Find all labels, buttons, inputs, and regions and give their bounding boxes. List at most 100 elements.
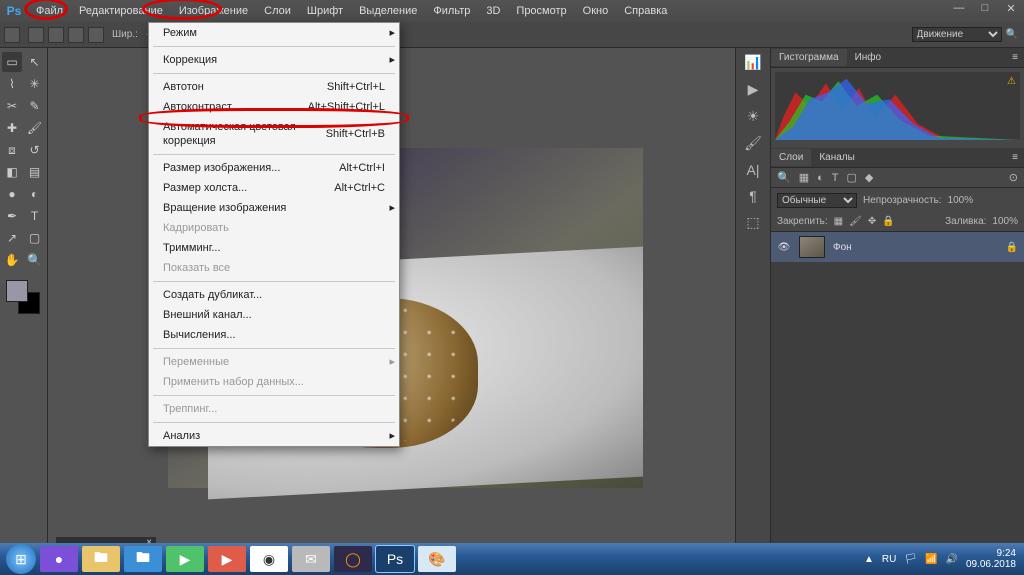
marquee-rect-icon[interactable] [28, 27, 44, 43]
tray-network-icon[interactable]: 📶 [925, 554, 937, 565]
move-tool[interactable]: ↖ [25, 52, 45, 72]
taskbar-chrome[interactable]: ◉ [250, 546, 288, 572]
para-dock-icon[interactable]: ¶ [749, 188, 757, 204]
layer-name[interactable]: Фон [833, 242, 852, 253]
color-swatches[interactable] [2, 278, 45, 322]
menu-item-автоматическая-цветовая-коррекция[interactable]: Автоматическая цветовая коррекцияShift+C… [149, 117, 399, 151]
blur-tool[interactable]: ● [2, 184, 22, 204]
fg-color-swatch[interactable] [6, 280, 28, 302]
brush-dock-icon[interactable]: 🖌 [744, 135, 762, 152]
tray-clock[interactable]: 9:24 09.06.2018 [966, 548, 1016, 570]
zoom-tool[interactable]: 🔍 [25, 250, 45, 270]
lock-paint-icon[interactable]: 🖌 [849, 216, 862, 227]
char-dock-icon[interactable]: A| [747, 162, 760, 178]
search-icon[interactable]: 🔍 [1006, 29, 1018, 40]
menu-type[interactable]: Шрифт [299, 2, 351, 20]
healing-tool[interactable]: ✚ [2, 118, 22, 138]
marquee-tool[interactable]: ▭ [2, 52, 22, 72]
taskbar-paint[interactable]: 🎨 [418, 546, 456, 572]
eraser-tool[interactable]: ◧ [2, 162, 22, 182]
menu-layers[interactable]: Слои [256, 2, 299, 20]
crop-tool[interactable]: ✂ [2, 96, 22, 116]
menu-item-анализ[interactable]: Анализ▸ [149, 426, 399, 446]
menu-item-внешний-канал-[interactable]: Внешний канал... [149, 305, 399, 325]
menu-file[interactable]: Файл [28, 2, 71, 20]
filter-type-icon[interactable]: T [832, 172, 839, 184]
filter-toggle[interactable]: ⊙ [1009, 171, 1018, 184]
path-tool[interactable]: ↗ [2, 228, 22, 248]
tray-lang[interactable]: RU [882, 554, 896, 565]
eyedropper-tool[interactable]: ✎ [25, 96, 45, 116]
menu-item-тримминг-[interactable]: Тримминг... [149, 238, 399, 258]
taskbar-photoshop[interactable]: Ps [376, 546, 414, 572]
tray-volume-icon[interactable]: 🔊 [945, 554, 957, 565]
lock-pixels-icon[interactable]: ▦ [834, 216, 843, 227]
adjust-dock-icon[interactable]: ☀ [747, 108, 760, 125]
lasso-tool[interactable]: ⌇ [2, 74, 22, 94]
menu-view[interactable]: Просмотр [508, 2, 574, 20]
stamp-tool[interactable]: ⧈ [2, 140, 22, 160]
taskbar-app-5[interactable]: ▶ [208, 546, 246, 572]
window-maximize-icon[interactable]: □ [976, 2, 994, 16]
taskbar-app-2[interactable]: 🖿 [82, 546, 120, 572]
tray-expand-icon[interactable]: ▲ [864, 554, 874, 565]
lock-all-icon[interactable]: 🔒 [882, 216, 894, 227]
opacity-value[interactable]: 100% [948, 195, 974, 206]
filter-adjust-icon[interactable]: ◐ [817, 172, 824, 184]
shape-tool[interactable]: ▢ [25, 228, 45, 248]
taskbar-firefox[interactable]: ◯ [334, 546, 372, 572]
play-dock-icon[interactable]: ▶ [748, 81, 759, 98]
fill-value[interactable]: 100% [992, 216, 1018, 227]
workspace-select[interactable]: Движение [912, 27, 1002, 42]
filter-smart-icon[interactable]: ◆ [865, 171, 873, 184]
quickselect-tool[interactable]: ✳ [25, 74, 45, 94]
menu-item-автотон[interactable]: АвтотонShift+Ctrl+L [149, 77, 399, 97]
history-brush-tool[interactable]: ↺ [25, 140, 45, 160]
histogram-warning-icon[interactable]: ⚠ [1007, 76, 1016, 87]
marquee-int-icon[interactable] [88, 27, 104, 43]
tab-info[interactable]: Инфо [847, 49, 890, 66]
lock-pos-icon[interactable]: ✥ [868, 216, 876, 227]
menu-filter[interactable]: Фильтр [425, 2, 478, 20]
menu-image[interactable]: Изображение [171, 2, 256, 20]
menu-item-вычисления-[interactable]: Вычисления... [149, 325, 399, 345]
layer-visibility-icon[interactable]: 👁 [777, 242, 791, 253]
menu-item-режим[interactable]: Режим▸ [149, 23, 399, 43]
window-minimize-icon[interactable]: — [950, 2, 968, 16]
menu-item-размер-изображения-[interactable]: Размер изображения...Alt+Ctrl+I [149, 158, 399, 178]
pen-tool[interactable]: ✒ [2, 206, 22, 226]
start-button[interactable]: ⊞ [6, 544, 36, 574]
dodge-tool[interactable]: ◐ [25, 184, 45, 204]
marquee-add-icon[interactable] [48, 27, 64, 43]
menu-item-вращение-изображения[interactable]: Вращение изображения▸ [149, 198, 399, 218]
tab-histogram[interactable]: Гистограмма [771, 49, 847, 66]
menu-item-автоконтраст[interactable]: АвтоконтрастAlt+Shift+Ctrl+L [149, 97, 399, 117]
taskbar-app-4[interactable]: ▶ [166, 546, 204, 572]
3d-dock-icon[interactable]: ⬚ [746, 214, 759, 231]
menu-window[interactable]: Окно [575, 2, 617, 20]
layers-panel-menu-icon[interactable]: ≡ [1004, 149, 1024, 166]
filter-shape-icon[interactable]: ▢ [847, 171, 857, 184]
layer-thumb[interactable] [799, 236, 825, 258]
menu-item-коррекция[interactable]: Коррекция▸ [149, 50, 399, 70]
panel-menu-icon[interactable]: ≡ [1004, 49, 1024, 66]
hand-tool[interactable]: ✋ [2, 250, 22, 270]
type-tool[interactable]: T [25, 206, 45, 226]
menu-edit[interactable]: Редактирование [71, 2, 171, 20]
tab-layers[interactable]: Слои [771, 149, 811, 166]
tool-preset-icon[interactable] [4, 27, 20, 43]
brush-tool[interactable]: 🖌 [25, 118, 45, 138]
menu-help[interactable]: Справка [616, 2, 675, 20]
blend-mode-select[interactable]: Обычные [777, 193, 857, 208]
gradient-tool[interactable]: ▤ [25, 162, 45, 182]
taskbar-app-3[interactable]: 🖿 [124, 546, 162, 572]
layer-filter-icon[interactable]: 🔍 [777, 171, 791, 184]
menu-item-размер-холста-[interactable]: Размер холста...Alt+Ctrl+C [149, 178, 399, 198]
menu-select[interactable]: Выделение [351, 2, 425, 20]
tab-channels[interactable]: Каналы [811, 149, 863, 166]
marquee-sub-icon[interactable] [68, 27, 84, 43]
tray-flag-icon[interactable]: 🏳 [904, 554, 917, 565]
layer-row[interactable]: 👁 Фон 🔒 [771, 232, 1024, 262]
menu-3d[interactable]: 3D [478, 2, 508, 20]
taskbar-app-1[interactable]: ● [40, 546, 78, 572]
